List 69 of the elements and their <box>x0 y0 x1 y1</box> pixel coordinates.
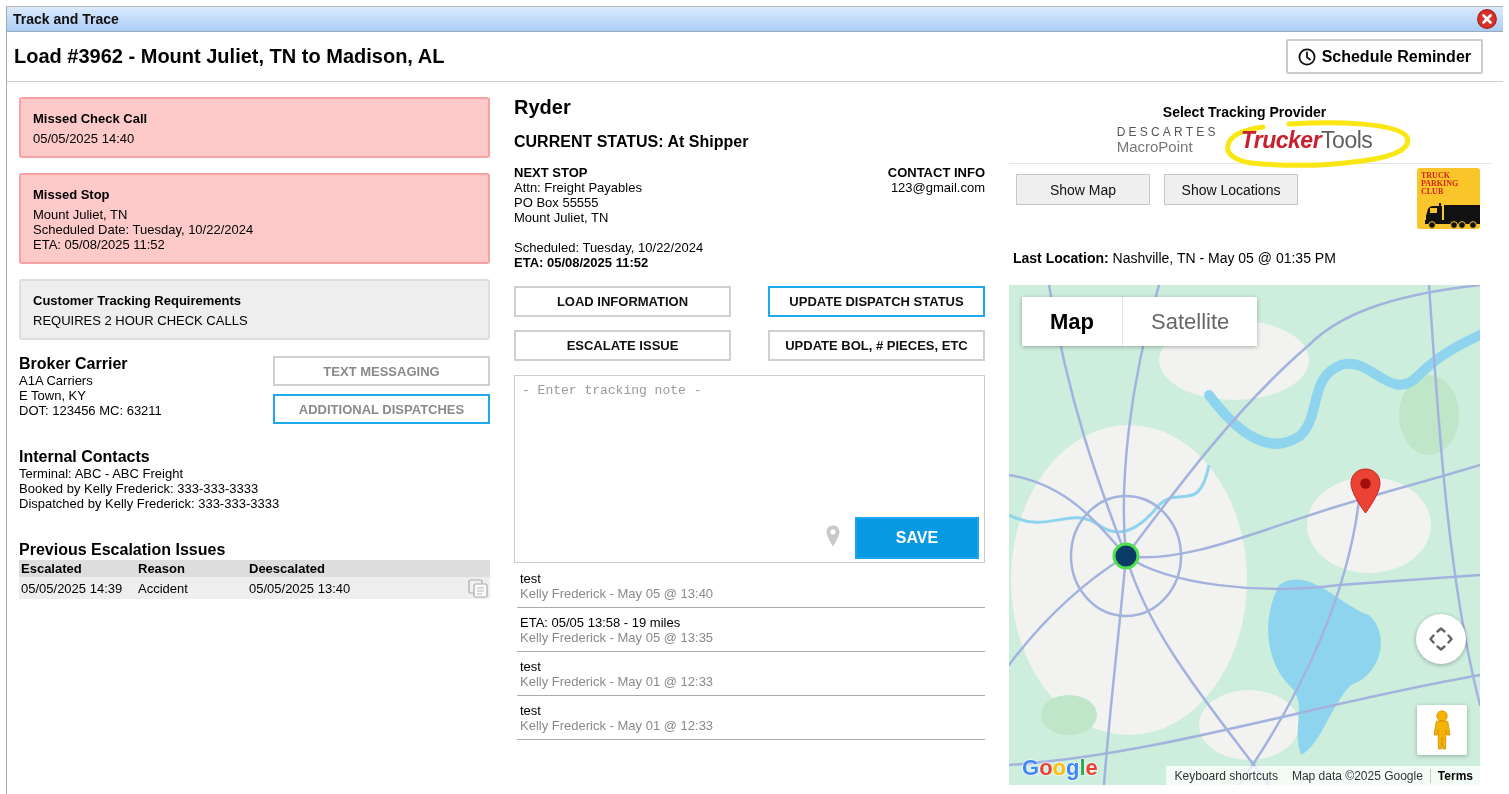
person-icon <box>1432 710 1452 750</box>
location-dot-icon <box>1112 542 1140 570</box>
contact-email: 123@gmail.com <box>889 180 985 195</box>
window-title: Track and Trace <box>13 11 119 27</box>
action-button[interactable]: UPDATE DISPATCH STATUS <box>768 286 985 317</box>
column-header: Deescalated <box>248 561 326 576</box>
alert-text: Mount Juliet, TN <box>33 207 129 222</box>
attribution-link[interactable]: Keyboard shortcuts <box>1167 768 1285 783</box>
table-cell-text: 05/05/2025 13:40 <box>248 580 352 596</box>
table-cell-text: Accident <box>137 580 189 596</box>
close-icon <box>1477 9 1497 29</box>
action-button[interactable]: UPDATE BOL, # PIECES, ETC <box>768 330 985 361</box>
carrier-line: A1A Carriers <box>19 373 94 388</box>
provider-heading: Select Tracking Provider <box>1162 104 1327 120</box>
action-button[interactable]: ESCALATE ISSUE <box>514 330 731 361</box>
contact-heading: CONTACT INFO <box>887 165 985 180</box>
logo-text: TRUCK PARKING CLUB <box>1421 172 1459 196</box>
current-status: CURRENT STATUS: At Shipper <box>514 133 750 151</box>
section-heading: Internal Contacts <box>19 448 151 466</box>
truck-icon <box>1424 203 1480 229</box>
map-pin-icon[interactable] <box>1350 468 1381 514</box>
map-type-tab[interactable]: Map <box>1022 297 1122 346</box>
contact-line: Terminal: ABC - ABC Freight <box>19 466 184 481</box>
alert-text: REQUIRES 2 HOUR CHECK CALLS <box>33 313 249 328</box>
alert-text: ETA: 05/08/2025 11:52 <box>33 237 166 252</box>
note-meta: Kelly Frederick - May 05 @ 13:35 <box>520 630 715 645</box>
schedule-reminder-button[interactable]: Schedule Reminder <box>1285 39 1483 74</box>
move-arrows-icon <box>1429 627 1453 651</box>
next-stop-heading: NEXT STOP <box>514 165 589 180</box>
alert-title: Missed Check Call <box>33 111 149 126</box>
alert-text: Scheduled Date: Tuesday, 10/22/2024 <box>33 222 255 237</box>
alert-text: 05/05/2025 14:40 <box>33 131 136 146</box>
map-logo: Google <box>1022 756 1098 780</box>
section-heading: Broker Carrier <box>19 355 129 373</box>
alert-title: Customer Tracking Requirements <box>33 293 243 308</box>
note-meta: Kelly Frederick - May 01 @ 12:33 <box>520 718 715 733</box>
carrier-line: E Town, KY <box>19 388 87 403</box>
address-line: Attn: Freight Payables <box>514 180 643 195</box>
provider-logo[interactable]: TruckerTools <box>1240 126 1373 154</box>
attribution-link[interactable]: Map data ©2025 Google <box>1284 768 1430 783</box>
note-text: ETA: 05/05 13:58 - 19 miles <box>520 615 682 630</box>
address-line: PO Box 55555 <box>514 195 600 210</box>
alert-title: Missed Stop <box>33 187 111 202</box>
note-meta: Kelly Frederick - May 01 @ 12:33 <box>520 674 715 689</box>
column-header: Escalated <box>20 561 83 576</box>
table-cell-text: 05/05/2025 14:39 <box>20 580 124 596</box>
provider-logo[interactable]: DESCARTES MacroPoint <box>1116 125 1219 155</box>
carrier-line: DOT: 123456 MC: 63211 <box>19 403 162 418</box>
note-text: test <box>520 571 542 586</box>
map-type-tab[interactable]: Satellite <box>1122 297 1258 346</box>
address-line: Mount Juliet, TN <box>514 210 610 225</box>
attribution-link[interactable]: Terms <box>1429 768 1480 783</box>
close-button[interactable] <box>1477 9 1497 29</box>
map-toggle-button[interactable]: Show Locations <box>1164 174 1298 205</box>
action-button[interactable]: LOAD INFORMATION <box>514 286 731 317</box>
eta-text: ETA: 05/08/2025 11:52 <box>514 255 650 270</box>
note-meta: Kelly Frederick - May 05 @ 13:40 <box>520 586 715 601</box>
last-location-text: Last Location: Nashville, TN - May 05 @ 01:35 PM <box>1012 250 1337 266</box>
clock-icon <box>1297 47 1316 66</box>
note-text: test <box>520 659 542 674</box>
carrier-name: Ryder <box>514 96 572 118</box>
note-text: test <box>520 703 542 718</box>
section-heading: Previous Escalation Issues <box>19 541 227 559</box>
contact-line: Dispatched by Kelly Frederick: 333-333-3333 <box>19 496 281 511</box>
scheduled-text: Scheduled: Tuesday, 10/22/2024 <box>514 240 704 255</box>
column-header: Reason <box>137 561 186 576</box>
contact-line: Booked by Kelly Frederick: 333-333-3333 <box>19 481 260 496</box>
map-toggle-button[interactable]: Show Map <box>1016 174 1150 205</box>
load-title: Load #3962 - Mount Juliet, TN to Madison, AL <box>14 45 445 68</box>
